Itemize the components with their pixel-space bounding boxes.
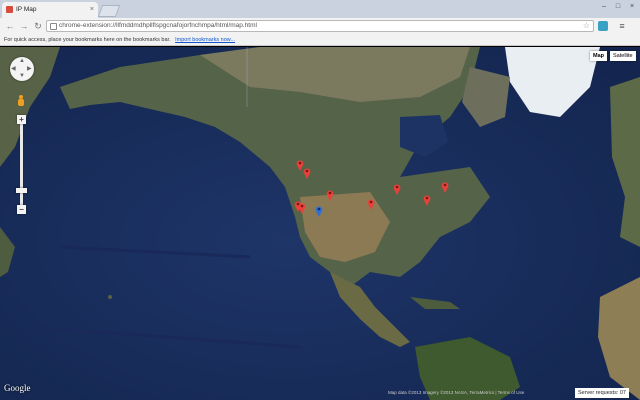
page-icon xyxy=(50,23,57,30)
browser-window: IP Map × – □ × ← → ↻ chrome-extension://… xyxy=(0,0,640,400)
favicon-icon xyxy=(6,6,13,13)
extension-icon[interactable] xyxy=(598,21,608,31)
bookmarks-hint: For quick access, place your bookmarks h… xyxy=(4,37,171,43)
map-canvas[interactable]: Map Satellite ▲ ▼ ◀ ▶ + − Google Map dat… xyxy=(0,47,640,400)
location-marker[interactable] xyxy=(326,189,334,201)
forward-button[interactable]: → xyxy=(18,20,30,32)
map-type-satellite-button[interactable]: Satellite xyxy=(610,51,636,61)
back-button[interactable]: ← xyxy=(4,20,16,32)
pan-left-icon[interactable]: ◀ xyxy=(11,65,16,72)
street-view-pegman-icon[interactable] xyxy=(17,95,25,107)
zoom-in-button[interactable]: + xyxy=(17,115,26,124)
import-bookmarks-link[interactable]: Import bookmarks now... xyxy=(175,37,235,43)
bookmarks-bar: For quick access, place your bookmarks h… xyxy=(0,34,640,46)
maximize-button[interactable]: □ xyxy=(612,2,624,11)
location-marker[interactable] xyxy=(441,181,449,193)
close-window-button[interactable]: × xyxy=(626,2,638,11)
zoom-out-button[interactable]: − xyxy=(17,205,26,214)
satellite-imagery xyxy=(0,47,640,400)
tab-title: IP Map xyxy=(16,6,36,13)
reload-button[interactable]: ↻ xyxy=(32,20,44,32)
location-marker[interactable] xyxy=(367,198,375,210)
pan-up-icon[interactable]: ▲ xyxy=(19,58,25,64)
window-controls: – □ × xyxy=(598,2,638,11)
menu-icon[interactable]: ≡ xyxy=(616,20,628,32)
server-requests-counter: Server requests: 07 xyxy=(575,388,629,398)
location-marker[interactable] xyxy=(393,183,401,195)
map-type-map-button[interactable]: Map xyxy=(590,51,607,61)
location-marker[interactable] xyxy=(298,202,306,214)
location-marker[interactable] xyxy=(423,194,431,206)
pan-control[interactable]: ▲ ▼ ◀ ▶ xyxy=(10,57,34,81)
tab-ip-map[interactable]: IP Map × xyxy=(2,2,98,18)
google-logo[interactable]: Google xyxy=(4,383,31,393)
url-text: chrome-extension://llfmddmdhpllflspgcnaf… xyxy=(59,22,257,29)
zoom-slider-track[interactable] xyxy=(20,120,23,208)
home-location-marker[interactable] xyxy=(315,205,323,217)
minimize-button[interactable]: – xyxy=(598,2,610,11)
tab-strip: IP Map × – □ × xyxy=(0,0,640,18)
bookmark-star-icon[interactable]: ☆ xyxy=(583,21,590,31)
tab-close-icon[interactable]: × xyxy=(90,2,94,18)
pan-down-icon[interactable]: ▼ xyxy=(19,73,25,79)
map-attribution: Map data ©2013 Imagery ©2013 NASA, Terra… xyxy=(388,390,524,395)
zoom-slider-thumb[interactable] xyxy=(16,188,27,193)
address-bar[interactable]: chrome-extension://llfmddmdhpllflspgcnaf… xyxy=(46,20,594,32)
browser-toolbar: ← → ↻ chrome-extension://llfmddmdhpllfls… xyxy=(0,18,640,34)
new-tab-button[interactable] xyxy=(98,5,120,17)
location-marker[interactable] xyxy=(303,167,311,179)
pan-right-icon[interactable]: ▶ xyxy=(27,65,32,72)
